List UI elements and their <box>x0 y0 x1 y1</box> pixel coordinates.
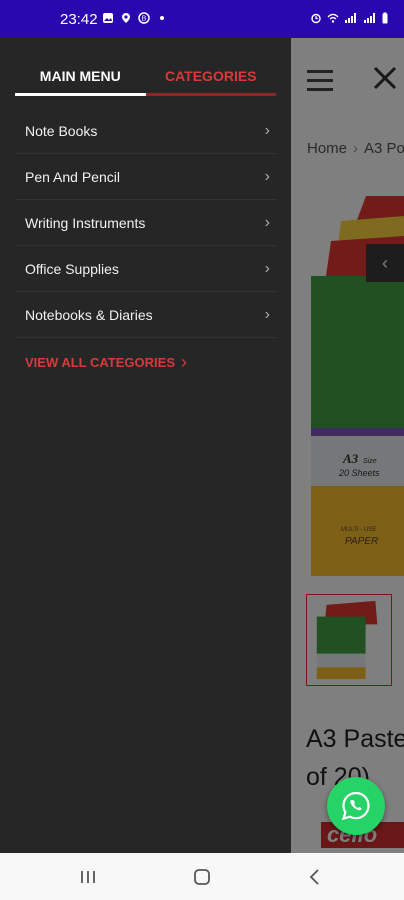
whatsapp-button[interactable] <box>327 777 385 835</box>
whatsapp-icon <box>341 791 370 821</box>
status-right-icons <box>310 12 390 24</box>
app-icon: B <box>138 12 150 24</box>
menu-item-note-books[interactable]: Note Books › <box>15 108 276 154</box>
back-icon[interactable] <box>305 867 325 887</box>
menu-item-pen-and-pencil[interactable]: Pen And Pencil › <box>15 154 276 200</box>
chevron-right-icon: › <box>264 121 270 139</box>
svg-text:B: B <box>142 16 147 23</box>
chevron-right-icon: › <box>264 213 270 231</box>
signal-icon <box>364 13 375 23</box>
battery-icon <box>382 12 388 24</box>
view-all-categories-link[interactable]: VIEW ALL CATEGORIES › <box>25 352 187 373</box>
recent-apps-icon[interactable] <box>78 867 98 887</box>
menu-item-label: Notebooks & Diaries <box>25 306 153 323</box>
menu-item-label: Office Supplies <box>25 260 119 277</box>
drawer-tabs: MAIN MENU CATEGORIES <box>15 60 276 96</box>
menu-item-office-supplies[interactable]: Office Supplies › <box>15 246 276 292</box>
drawer-overlay[interactable] <box>291 38 404 853</box>
status-time: 23:42 <box>60 11 98 28</box>
status-left-icons: B <box>102 12 168 24</box>
wifi-icon <box>327 13 339 23</box>
view-all-label: VIEW ALL CATEGORIES <box>25 355 175 370</box>
location-icon <box>122 13 130 23</box>
tab-categories[interactable]: CATEGORIES <box>145 60 276 96</box>
dot-icon <box>160 16 164 20</box>
menu-item-label: Writing Instruments <box>25 214 146 231</box>
system-navigation-bar <box>0 853 404 900</box>
tab-main-menu[interactable]: MAIN MENU <box>15 60 146 96</box>
menu-item-label: Note Books <box>25 122 98 139</box>
signal-icon <box>345 13 356 23</box>
chevron-right-icon: › <box>264 167 270 185</box>
alarm-icon <box>311 13 321 24</box>
chevron-right-icon: › <box>264 259 270 277</box>
image-icon <box>103 13 113 23</box>
category-list: Note Books › Pen And Pencil › Writing In… <box>15 108 276 338</box>
menu-item-label: Pen And Pencil <box>25 168 120 185</box>
menu-item-notebooks-diaries[interactable]: Notebooks & Diaries › <box>15 292 276 338</box>
home-icon[interactable] <box>192 867 212 887</box>
chevron-right-icon: › <box>181 352 187 372</box>
status-bar: 23:42 B <box>0 0 404 38</box>
navigation-drawer: MAIN MENU CATEGORIES Note Books › Pen An… <box>0 38 291 853</box>
chevron-right-icon: › <box>264 305 270 323</box>
menu-item-writing-instruments[interactable]: Writing Instruments › <box>15 200 276 246</box>
